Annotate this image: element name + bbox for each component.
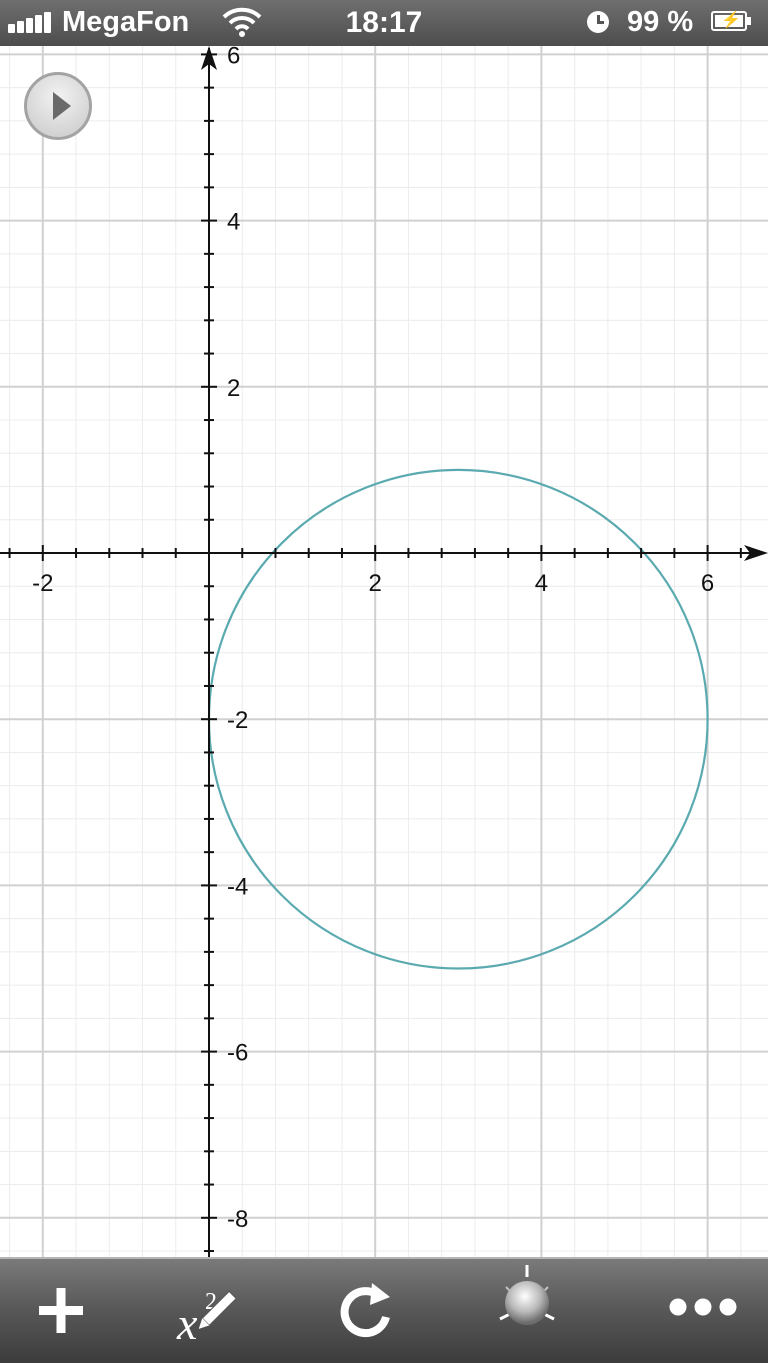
y-tick-label: -6 <box>227 1040 248 1067</box>
y-tick-label: 2 <box>227 375 240 402</box>
play-button[interactable] <box>24 72 92 140</box>
y-tick-label: -8 <box>227 1206 248 1233</box>
grid-minor-lines <box>0 46 768 1257</box>
light-toggle-button[interactable] <box>472 1259 582 1363</box>
x-tick-label: 6 <box>701 570 714 597</box>
edit-function-button[interactable]: x 2 <box>155 1259 265 1363</box>
refresh-icon <box>340 1283 390 1338</box>
y-tick-label: -2 <box>227 707 248 734</box>
plus-icon <box>39 1288 83 1333</box>
battery-charging-icon: ⚡ <box>711 11 751 31</box>
more-button[interactable] <box>650 1259 760 1363</box>
play-icon <box>53 92 71 120</box>
graph-plot-area[interactable]: -2 2 4 6 6 4 2 -2 -4 -6 -8 <box>0 0 768 1363</box>
y-tick-label: 4 <box>227 209 240 236</box>
x-tick-label: -2 <box>32 570 53 597</box>
light-bulb-icon <box>499 1265 555 1325</box>
y-tick-label: 6 <box>227 42 240 69</box>
bottom-toolbar: x 2 <box>0 1257 768 1363</box>
function-pencil-icon: x 2 <box>176 1289 237 1349</box>
battery-percentage: 99 % <box>627 6 694 38</box>
status-bar: MegaFon 18:17 99 % ⚡ <box>0 0 768 46</box>
x-tick-label: 4 <box>535 570 548 597</box>
ellipsis-icon <box>669 1298 737 1316</box>
grid-major-lines <box>0 46 768 1257</box>
add-button[interactable] <box>3 1259 113 1363</box>
y-tick-label: -4 <box>227 873 248 900</box>
refresh-button[interactable] <box>310 1259 420 1363</box>
x-tick-label: 2 <box>369 570 382 597</box>
axes <box>0 46 768 1363</box>
alarm-clock-icon <box>587 11 609 33</box>
svg-text:x: x <box>176 1298 198 1349</box>
